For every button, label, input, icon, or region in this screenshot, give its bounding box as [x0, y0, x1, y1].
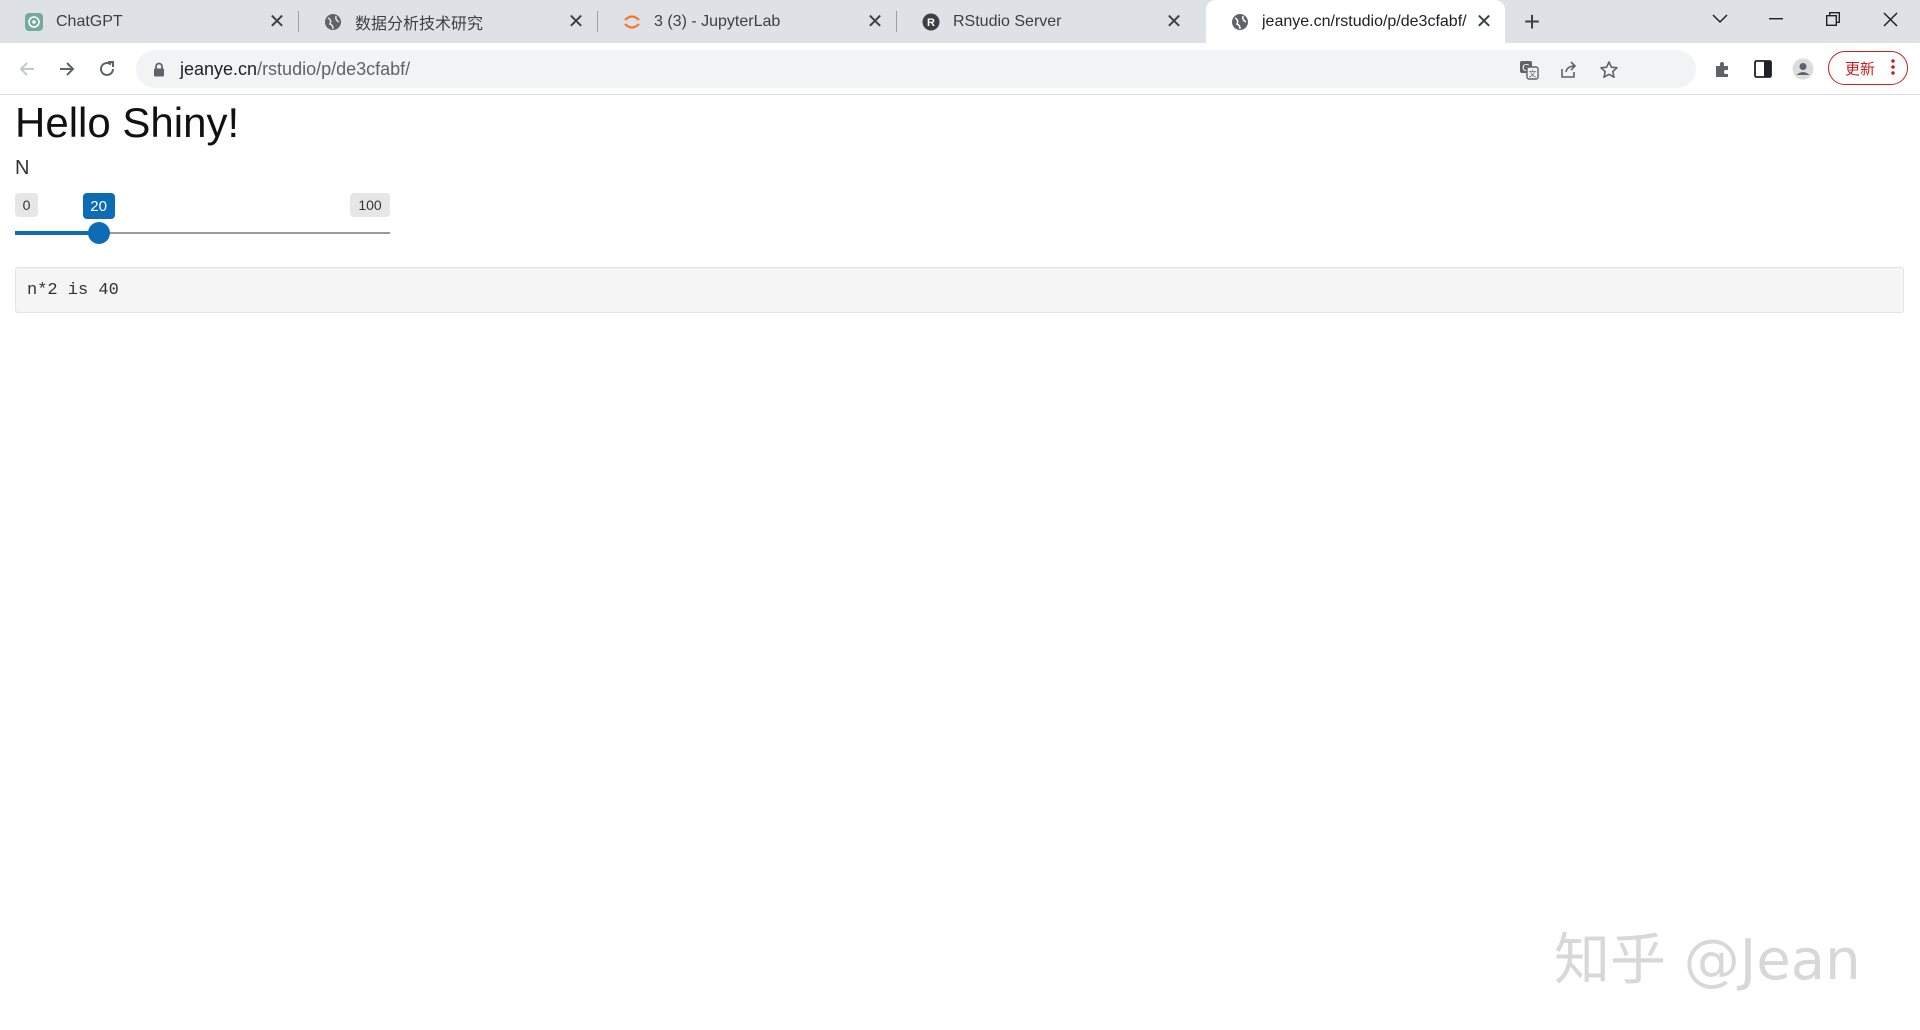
- tab-shiny-app[interactable]: jeanye.cn/rstudio/p/de3cfabf/ ✕: [1206, 0, 1505, 43]
- tab-title: ChatGPT: [56, 12, 123, 30]
- slider-label: N: [15, 157, 30, 179]
- page-content: Hello Shiny! N 0 100 20 n*2 is 40 知乎 @Je…: [0, 95, 1920, 1030]
- close-icon[interactable]: ✕: [1471, 9, 1497, 35]
- chevron-down-icon: [1712, 14, 1728, 24]
- reload-button[interactable]: [92, 54, 122, 84]
- slider-max-label: 100: [350, 193, 390, 217]
- tab-title: RStudio Server: [953, 12, 1062, 30]
- tab-data-analysis[interactable]: 数据分析技术研究 ✕: [299, 0, 598, 43]
- lock-icon[interactable]: [150, 60, 168, 78]
- update-button[interactable]: 更新: [1828, 51, 1908, 85]
- jupyter-icon: [622, 12, 642, 32]
- browser-toolbar: jeanye.cn/rstudio/p/de3cfabf/ G文 更新: [0, 43, 1920, 95]
- n-slider[interactable]: 0 100 20: [15, 193, 390, 253]
- bookmark-star-icon[interactable]: [1598, 59, 1620, 81]
- minimize-button[interactable]: [1748, 0, 1804, 38]
- slider-handle[interactable]: [87, 222, 110, 244]
- share-icon[interactable]: [1558, 59, 1580, 81]
- restore-icon: [1826, 12, 1840, 26]
- close-icon[interactable]: ✕: [563, 9, 589, 35]
- tab-title: jeanye.cn/rstudio/p/de3cfabf/: [1262, 12, 1467, 30]
- slider-min-label: 0: [15, 193, 38, 217]
- arrow-left-icon: [19, 62, 34, 76]
- restore-button[interactable]: [1805, 0, 1861, 38]
- window-close-button[interactable]: [1862, 0, 1918, 38]
- tab-jupyterlab[interactable]: 3 (3) - JupyterLab ✕: [598, 0, 897, 43]
- globe-icon: [1230, 12, 1250, 32]
- svg-text:文: 文: [1529, 69, 1537, 79]
- slider-fill: [15, 231, 99, 235]
- tab-title: 3 (3) - JupyterLab: [654, 12, 781, 30]
- text-output: n*2 is 40: [15, 267, 1904, 313]
- minimize-icon: [1769, 18, 1783, 20]
- tab-title: 数据分析技术研究: [355, 15, 484, 33]
- close-icon: [1882, 11, 1898, 27]
- address-bar[interactable]: jeanye.cn/rstudio/p/de3cfabf/ G文: [136, 50, 1696, 88]
- url-path: /rstudio/p/de3cfabf/: [257, 58, 411, 79]
- address-url: jeanye.cn/rstudio/p/de3cfabf/: [180, 59, 410, 80]
- svg-text:R: R: [927, 17, 935, 29]
- profile-avatar-icon[interactable]: [1792, 58, 1814, 80]
- chatgpt-icon: [24, 12, 44, 32]
- reload-icon: [100, 61, 114, 76]
- page-title: Hello Shiny!: [15, 99, 240, 146]
- new-tab-button[interactable]: +: [1517, 6, 1547, 37]
- tab-chatgpt[interactable]: ChatGPT ✕: [0, 0, 299, 43]
- back-button[interactable]: [12, 54, 42, 84]
- globe-icon: [323, 12, 343, 32]
- url-host: jeanye.cn: [180, 58, 258, 79]
- tab-strip: ChatGPT ✕ 数据分析技术研究 ✕ 3 (3) - JupyterLab …: [0, 0, 1920, 43]
- close-icon[interactable]: ✕: [1161, 9, 1187, 35]
- update-label: 更新: [1845, 59, 1876, 78]
- close-icon[interactable]: ✕: [862, 9, 888, 35]
- extensions-icon[interactable]: [1712, 58, 1734, 80]
- arrow-right-icon: [60, 62, 75, 76]
- tab-search-button[interactable]: [1692, 0, 1748, 38]
- side-panel-icon[interactable]: [1752, 58, 1774, 80]
- rstudio-icon: R: [921, 12, 941, 32]
- close-icon[interactable]: ✕: [264, 9, 290, 35]
- watermark: 知乎 @Jean: [1554, 928, 1861, 993]
- forward-button[interactable]: [52, 54, 82, 84]
- more-vert-icon: [1891, 58, 1895, 80]
- translate-icon[interactable]: G文: [1518, 59, 1540, 81]
- tab-rstudio-server[interactable]: R RStudio Server ✕: [897, 0, 1195, 43]
- slider-value-label: 20: [82, 193, 115, 219]
